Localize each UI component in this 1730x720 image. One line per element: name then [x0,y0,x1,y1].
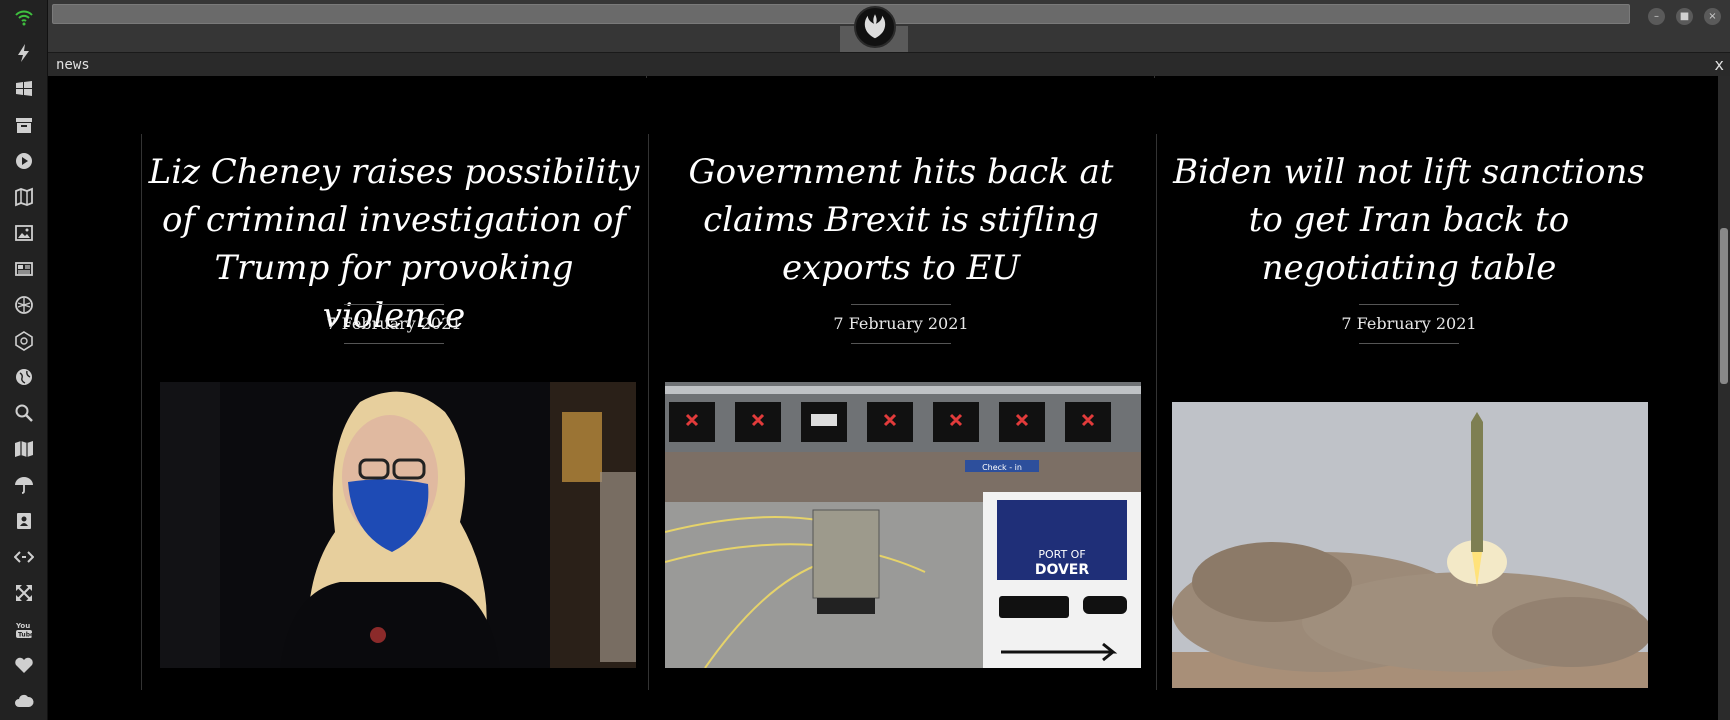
image-icon[interactable] [13,222,35,244]
panel-header: news x [48,52,1730,77]
umbrella-icon[interactable] [13,474,35,496]
divider [1359,343,1459,344]
divider [1156,134,1157,690]
close-window-button[interactable]: × [1704,8,1721,25]
empire-icon[interactable] [13,330,35,352]
svg-text:Tube: Tube [18,632,34,639]
news-feed: Liz Cheney raises possibility of crimina… [48,76,1718,720]
youtube-icon[interactable]: You Tube [13,618,35,640]
maximize-button[interactable]: ■ [1676,8,1693,25]
sign-text: PORT OF [1038,548,1085,561]
map-book-icon[interactable] [13,186,35,208]
article-image[interactable] [160,382,636,668]
play-icon[interactable] [13,150,35,172]
minimize-button[interactable]: – [1648,8,1665,25]
article-image[interactable] [1172,402,1648,688]
article-date: 7 February 2021 [1341,314,1477,333]
wifi-icon[interactable] [13,6,35,28]
news-card[interactable]: Biden will not lift sanctions to get Ira… [1161,134,1657,694]
divider [851,304,951,305]
lightning-icon[interactable] [13,42,35,64]
checkin-sign: Check - in [982,463,1022,472]
divider [1359,304,1459,305]
divider [851,343,951,344]
map-icon[interactable] [13,438,35,460]
scrollbar-thumb[interactable] [1720,228,1728,384]
cloud-icon[interactable] [13,690,35,712]
jedi-icon[interactable] [13,294,35,316]
expand-icon[interactable] [13,582,35,604]
code-icon[interactable] [13,546,35,568]
rebel-logo-icon [854,6,896,48]
divider [141,134,142,690]
contacts-icon[interactable] [13,510,35,532]
article-date: 7 February 2021 [326,314,462,333]
sidebar: You Tube [0,0,48,720]
article-date: 7 February 2021 [833,314,969,333]
news-card[interactable]: Government hits back at claims Brexit is… [653,134,1149,694]
panel-title: news [56,57,90,73]
address-bar[interactable] [52,4,1630,24]
article-image[interactable]: Check - in PORT OF DOVER [665,382,1141,668]
svg-text:You: You [15,622,30,630]
heart-icon[interactable] [13,654,35,676]
divider [344,343,444,344]
windows-icon[interactable] [13,78,35,100]
newspaper-icon[interactable] [13,258,35,280]
search-icon[interactable] [13,402,35,424]
panel-close-button[interactable]: x [1714,55,1724,74]
globe-icon[interactable] [13,366,35,388]
article-headline[interactable]: Government hits back at claims Brexit is… [653,148,1149,292]
divider [648,134,649,690]
archive-icon[interactable] [13,114,35,136]
news-card[interactable]: Liz Cheney raises possibility of crimina… [146,134,642,694]
divider [344,304,444,305]
sign-text: DOVER [1035,562,1090,578]
article-headline[interactable]: Biden will not lift sanctions to get Ira… [1161,148,1657,292]
scrollbar[interactable] [1718,76,1730,720]
window-titlebar: – ■ × [48,0,1730,52]
